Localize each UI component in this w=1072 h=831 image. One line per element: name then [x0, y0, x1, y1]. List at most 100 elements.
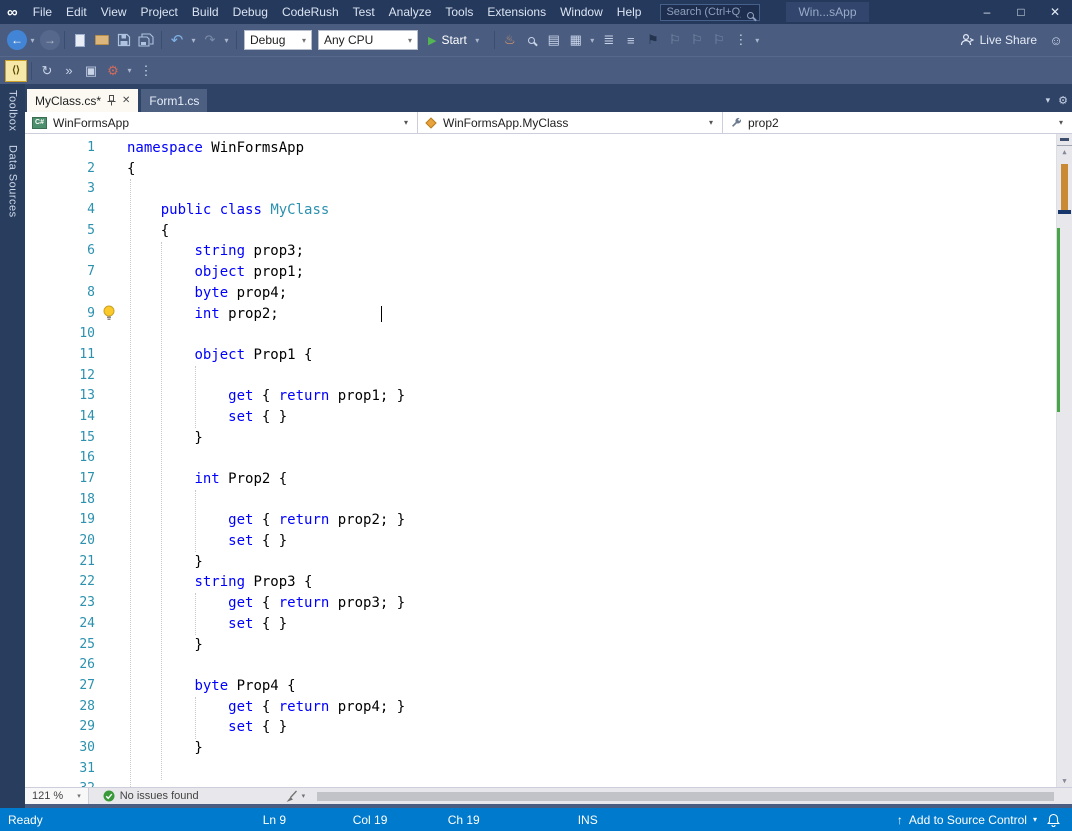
coderush-test-runner-icon[interactable]: ▣	[80, 60, 102, 82]
code-line[interactable]: int Prop2 {	[127, 469, 1056, 490]
tab-myclass-cs[interactable]: MyClass.cs* ✕	[27, 89, 139, 112]
uncomment-selection-icon[interactable]: ≡	[620, 29, 642, 51]
save-button[interactable]	[113, 29, 135, 51]
code-line[interactable]: set { }	[127, 407, 1056, 428]
code-line[interactable]: public class MyClass	[127, 200, 1056, 221]
code-line[interactable]: }	[127, 428, 1056, 449]
navigate-back-button[interactable]: ←	[7, 30, 27, 50]
code-line[interactable]	[127, 324, 1056, 345]
navbar-project-dropdown[interactable]: C# WinFormsApp ▾	[25, 112, 418, 133]
vertical-scrollbar[interactable]: ▲ ▼	[1056, 134, 1072, 787]
next-bookmark-icon[interactable]: ⚐	[686, 29, 708, 51]
comment-selection-icon[interactable]: ≣	[598, 29, 620, 51]
coderush-refactor-icon[interactable]: ↻	[36, 60, 58, 82]
solution-explorer-icon[interactable]: ▤	[543, 29, 565, 51]
live-share-button[interactable]: Live Share	[952, 29, 1045, 51]
code-line[interactable]: int prop2;	[127, 304, 1056, 325]
menu-view[interactable]: View	[94, 1, 134, 23]
code-line[interactable]: }	[127, 635, 1056, 656]
coderush-caret[interactable]: ▾	[124, 60, 135, 82]
menu-help[interactable]: Help	[610, 1, 649, 23]
active-files-caret[interactable]: ▾	[1046, 95, 1051, 106]
redo-caret[interactable]: ▾	[221, 29, 232, 51]
close-tab-icon[interactable]: ✕	[122, 95, 130, 106]
toolbar-overflow-icon[interactable]: ⋮	[730, 29, 752, 51]
code-line[interactable]: }	[127, 738, 1056, 759]
split-window-handle[interactable]	[1057, 134, 1072, 146]
coderush-navigate-icon[interactable]: »	[58, 60, 80, 82]
find-in-files-icon[interactable]	[521, 29, 543, 51]
code-line[interactable]: }	[127, 552, 1056, 573]
tab-form1-cs[interactable]: Form1.cs	[141, 89, 208, 112]
code-line[interactable]: string prop3;	[127, 241, 1056, 262]
undo-button[interactable]: ↶	[166, 29, 188, 51]
coderush-overflow-icon[interactable]: ⋮	[135, 60, 157, 82]
code-line[interactable]: set { }	[127, 717, 1056, 738]
code-line[interactable]	[127, 179, 1056, 200]
menu-edit[interactable]: Edit	[59, 1, 94, 23]
notifications-bell-icon[interactable]	[1047, 813, 1060, 827]
new-file-button[interactable]	[69, 29, 91, 51]
horizontal-scrollbar-thumb[interactable]	[317, 792, 1054, 801]
code-text-area[interactable]: namespace WinFormsApp{ public class MyCl…	[127, 134, 1056, 787]
menu-analyze[interactable]: Analyze	[382, 1, 439, 23]
code-line[interactable]: byte prop4;	[127, 283, 1056, 304]
code-line[interactable]: set { }	[127, 614, 1056, 635]
menu-coderush[interactable]: CodeRush	[275, 1, 346, 23]
menu-test[interactable]: Test	[346, 1, 382, 23]
lightbulb-quick-actions-icon[interactable]	[102, 305, 116, 322]
maximize-button[interactable]: □	[1004, 0, 1038, 24]
menu-file[interactable]: File	[26, 1, 59, 23]
code-line[interactable]	[127, 490, 1056, 511]
close-button[interactable]: ✕	[1038, 0, 1072, 24]
open-file-button[interactable]	[91, 29, 113, 51]
navbar-type-dropdown[interactable]: WinFormsApp.MyClass ▾	[418, 112, 723, 133]
clear-bookmarks-icon[interactable]: ⚐	[708, 29, 730, 51]
code-line[interactable]: get { return prop3; }	[127, 593, 1056, 614]
code-line[interactable]: get { return prop2; }	[127, 510, 1056, 531]
solution-configurations-dropdown[interactable]: Debug ▾	[244, 30, 312, 50]
properties-window-icon[interactable]: ▦	[565, 29, 587, 51]
code-line[interactable]: get { return prop4; }	[127, 697, 1056, 718]
undo-caret[interactable]: ▾	[188, 29, 199, 51]
code-line[interactable]: string Prop3 {	[127, 572, 1056, 593]
tool-window-tab-toolbox[interactable]: Toolbox	[7, 90, 19, 131]
toolbar-options-caret[interactable]: ▾	[752, 29, 763, 51]
editor-settings-gear-icon[interactable]: ⚙	[1058, 94, 1068, 107]
coderush-active-tool-icon[interactable]: ⟨⟩	[5, 59, 27, 82]
code-cleanup-button[interactable]: ▾	[285, 790, 305, 803]
menu-extensions[interactable]: Extensions	[480, 1, 553, 23]
horizontal-scrollbar[interactable]	[315, 788, 1072, 804]
code-line[interactable]	[127, 759, 1056, 780]
code-line[interactable]	[127, 448, 1056, 469]
previous-bookmark-icon[interactable]: ⚐	[664, 29, 686, 51]
search-input[interactable]	[660, 3, 761, 21]
code-editor[interactable]: 1 2 3 4 5 6 7 8 9 10 11 12 13 14 15 16 17 18 19 20 21 22 23 24 2…	[25, 134, 1072, 787]
solution-platforms-dropdown[interactable]: Any CPU ▾	[318, 30, 418, 50]
code-line[interactable]	[127, 655, 1056, 676]
navigate-forward-button[interactable]: →	[40, 30, 60, 50]
start-debugging-button[interactable]: ▶ Start ▾	[421, 29, 490, 51]
tool-window-tab-data-sources[interactable]: Data Sources	[7, 145, 19, 218]
menu-window[interactable]: Window	[553, 1, 610, 23]
hot-reload-icon[interactable]: ♨	[499, 29, 521, 51]
navbar-member-dropdown[interactable]: prop2 ▾	[723, 112, 1072, 133]
navigate-back-caret[interactable]: ▾	[27, 29, 38, 51]
scroll-down-icon[interactable]: ▼	[1057, 775, 1072, 787]
menu-tools[interactable]: Tools	[438, 1, 480, 23]
send-feedback-button[interactable]: ☺	[1045, 29, 1067, 51]
add-to-source-control-button[interactable]: ↑ Add to Source Control ▾	[897, 813, 1037, 827]
code-line[interactable]: object prop1;	[127, 262, 1056, 283]
code-line[interactable]	[127, 366, 1056, 387]
code-line[interactable]: {	[127, 159, 1056, 180]
code-line[interactable]: byte Prop4 {	[127, 676, 1056, 697]
redo-button[interactable]: ↷	[199, 29, 221, 51]
minimize-button[interactable]: –	[970, 0, 1004, 24]
menu-debug[interactable]: Debug	[226, 1, 275, 23]
code-line[interactable]	[127, 779, 1056, 787]
code-line[interactable]: {	[127, 221, 1056, 242]
code-line[interactable]: set { }	[127, 531, 1056, 552]
pin-icon[interactable]	[107, 95, 116, 106]
menu-build[interactable]: Build	[185, 1, 226, 23]
code-line[interactable]: object Prop1 {	[127, 345, 1056, 366]
